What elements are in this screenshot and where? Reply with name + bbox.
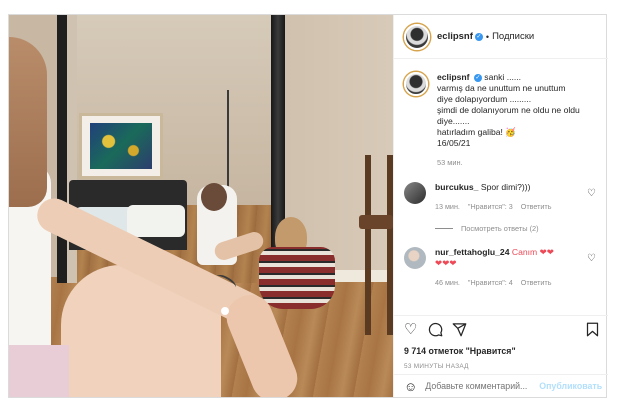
caption-line: varmış da ne unuttum ne unuttum xyxy=(437,83,566,93)
photo-pillow xyxy=(127,205,185,237)
photo-hair xyxy=(9,37,47,207)
share-icon[interactable] xyxy=(452,322,467,341)
reply-button[interactable]: Ответить xyxy=(521,201,552,212)
caption-line: 16/05/21 xyxy=(437,138,471,148)
photo-ball xyxy=(221,307,229,315)
comment-likes[interactable]: "Нравится": 3 xyxy=(468,201,513,212)
avatar[interactable] xyxy=(404,23,430,50)
caption: eclipsnf ✓ sanki ...... varmış da ne unu… xyxy=(404,72,598,168)
caption-line: şimdi de dolanıyorum ne oldu ne oldu xyxy=(437,105,580,115)
post-header: eclipsnf ✓ • Подписки xyxy=(394,15,608,59)
publish-button[interactable]: Опубликовать xyxy=(539,381,602,391)
comment-item: burcukus_ Spor dimi?))) 13 мин. "Нравитс… xyxy=(404,182,598,212)
comment-text: Canım ❤❤ xyxy=(511,247,554,257)
like-comment-heart-icon[interactable]: ♡ xyxy=(587,253,596,264)
comment-text: Spor dimi?))) xyxy=(480,182,531,192)
comment-username[interactable]: burcukus_ xyxy=(435,182,478,192)
like-comment-heart-icon[interactable]: ♡ xyxy=(587,188,596,199)
photo-rocking-chair xyxy=(365,155,393,335)
photo-shorts xyxy=(9,345,69,397)
photo-chair-seat xyxy=(359,215,393,229)
avatar[interactable] xyxy=(404,247,426,269)
following-button[interactable]: Подписки xyxy=(492,31,534,42)
caption-line: diye....... xyxy=(437,116,470,126)
verified-icon: ✓ xyxy=(474,32,483,41)
action-bar: ♡ xyxy=(394,315,608,347)
comment-hearts: ❤❤❤ xyxy=(435,258,457,268)
post-photo[interactable] xyxy=(9,15,393,397)
photo-basket xyxy=(259,247,335,309)
emoji-icon[interactable]: ☺ xyxy=(404,379,417,394)
comment-icon[interactable] xyxy=(428,322,443,340)
photo-painting xyxy=(79,113,163,179)
caption-username[interactable]: eclipsnf xyxy=(437,72,469,82)
avatar[interactable] xyxy=(404,182,426,204)
comment-item: nur_fettahoglu_24 Canım ❤❤ ❤❤❤ 46 мин. "… xyxy=(404,247,598,288)
add-comment-bar: ☺ Опубликовать xyxy=(394,374,608,397)
likes-count[interactable]: 9 714 отметок "Нравится" xyxy=(404,346,516,356)
separator-dot: • xyxy=(485,31,490,42)
avatar[interactable] xyxy=(404,72,428,96)
caption-line: hatırladım galiba! 🥳 xyxy=(437,127,517,137)
heart-icon[interactable]: ♡ xyxy=(404,322,417,338)
post-time[interactable]: 53 МИНУТЫ НАЗАД xyxy=(404,363,469,370)
comment-time[interactable]: 46 мин. xyxy=(435,277,460,288)
comment-likes[interactable]: "Нравится": 4 xyxy=(468,277,513,288)
header-username[interactable]: eclipsnf xyxy=(437,31,473,42)
bookmark-icon[interactable] xyxy=(586,322,599,341)
replies-divider xyxy=(435,228,453,229)
caption-time[interactable]: 53 мин. xyxy=(437,157,580,168)
reply-button[interactable]: Ответить xyxy=(521,277,552,288)
view-replies-button[interactable]: Посмотреть ответы (2) xyxy=(435,224,598,233)
verified-icon: ✓ xyxy=(473,73,482,82)
view-replies-label: Посмотреть ответы (2) xyxy=(461,224,539,233)
photo-reflection-head xyxy=(201,183,227,211)
photo-pendant-lamp xyxy=(227,90,229,200)
instagram-post: eclipsnf ✓ • Подписки eclipsnf ✓ sanki .… xyxy=(8,14,608,398)
comments-list[interactable]: eclipsnf ✓ sanki ...... varmış da ne unu… xyxy=(394,59,608,315)
comment-time[interactable]: 13 мин. xyxy=(435,201,460,212)
post-side-panel: eclipsnf ✓ • Подписки eclipsnf ✓ sanki .… xyxy=(393,15,608,397)
caption-line: diye dolapıyordum ......... xyxy=(437,94,532,104)
comment-username[interactable]: nur_fettahoglu_24 xyxy=(435,247,510,257)
caption-line: sanki ...... xyxy=(484,72,522,82)
comment-input[interactable] xyxy=(425,381,538,391)
